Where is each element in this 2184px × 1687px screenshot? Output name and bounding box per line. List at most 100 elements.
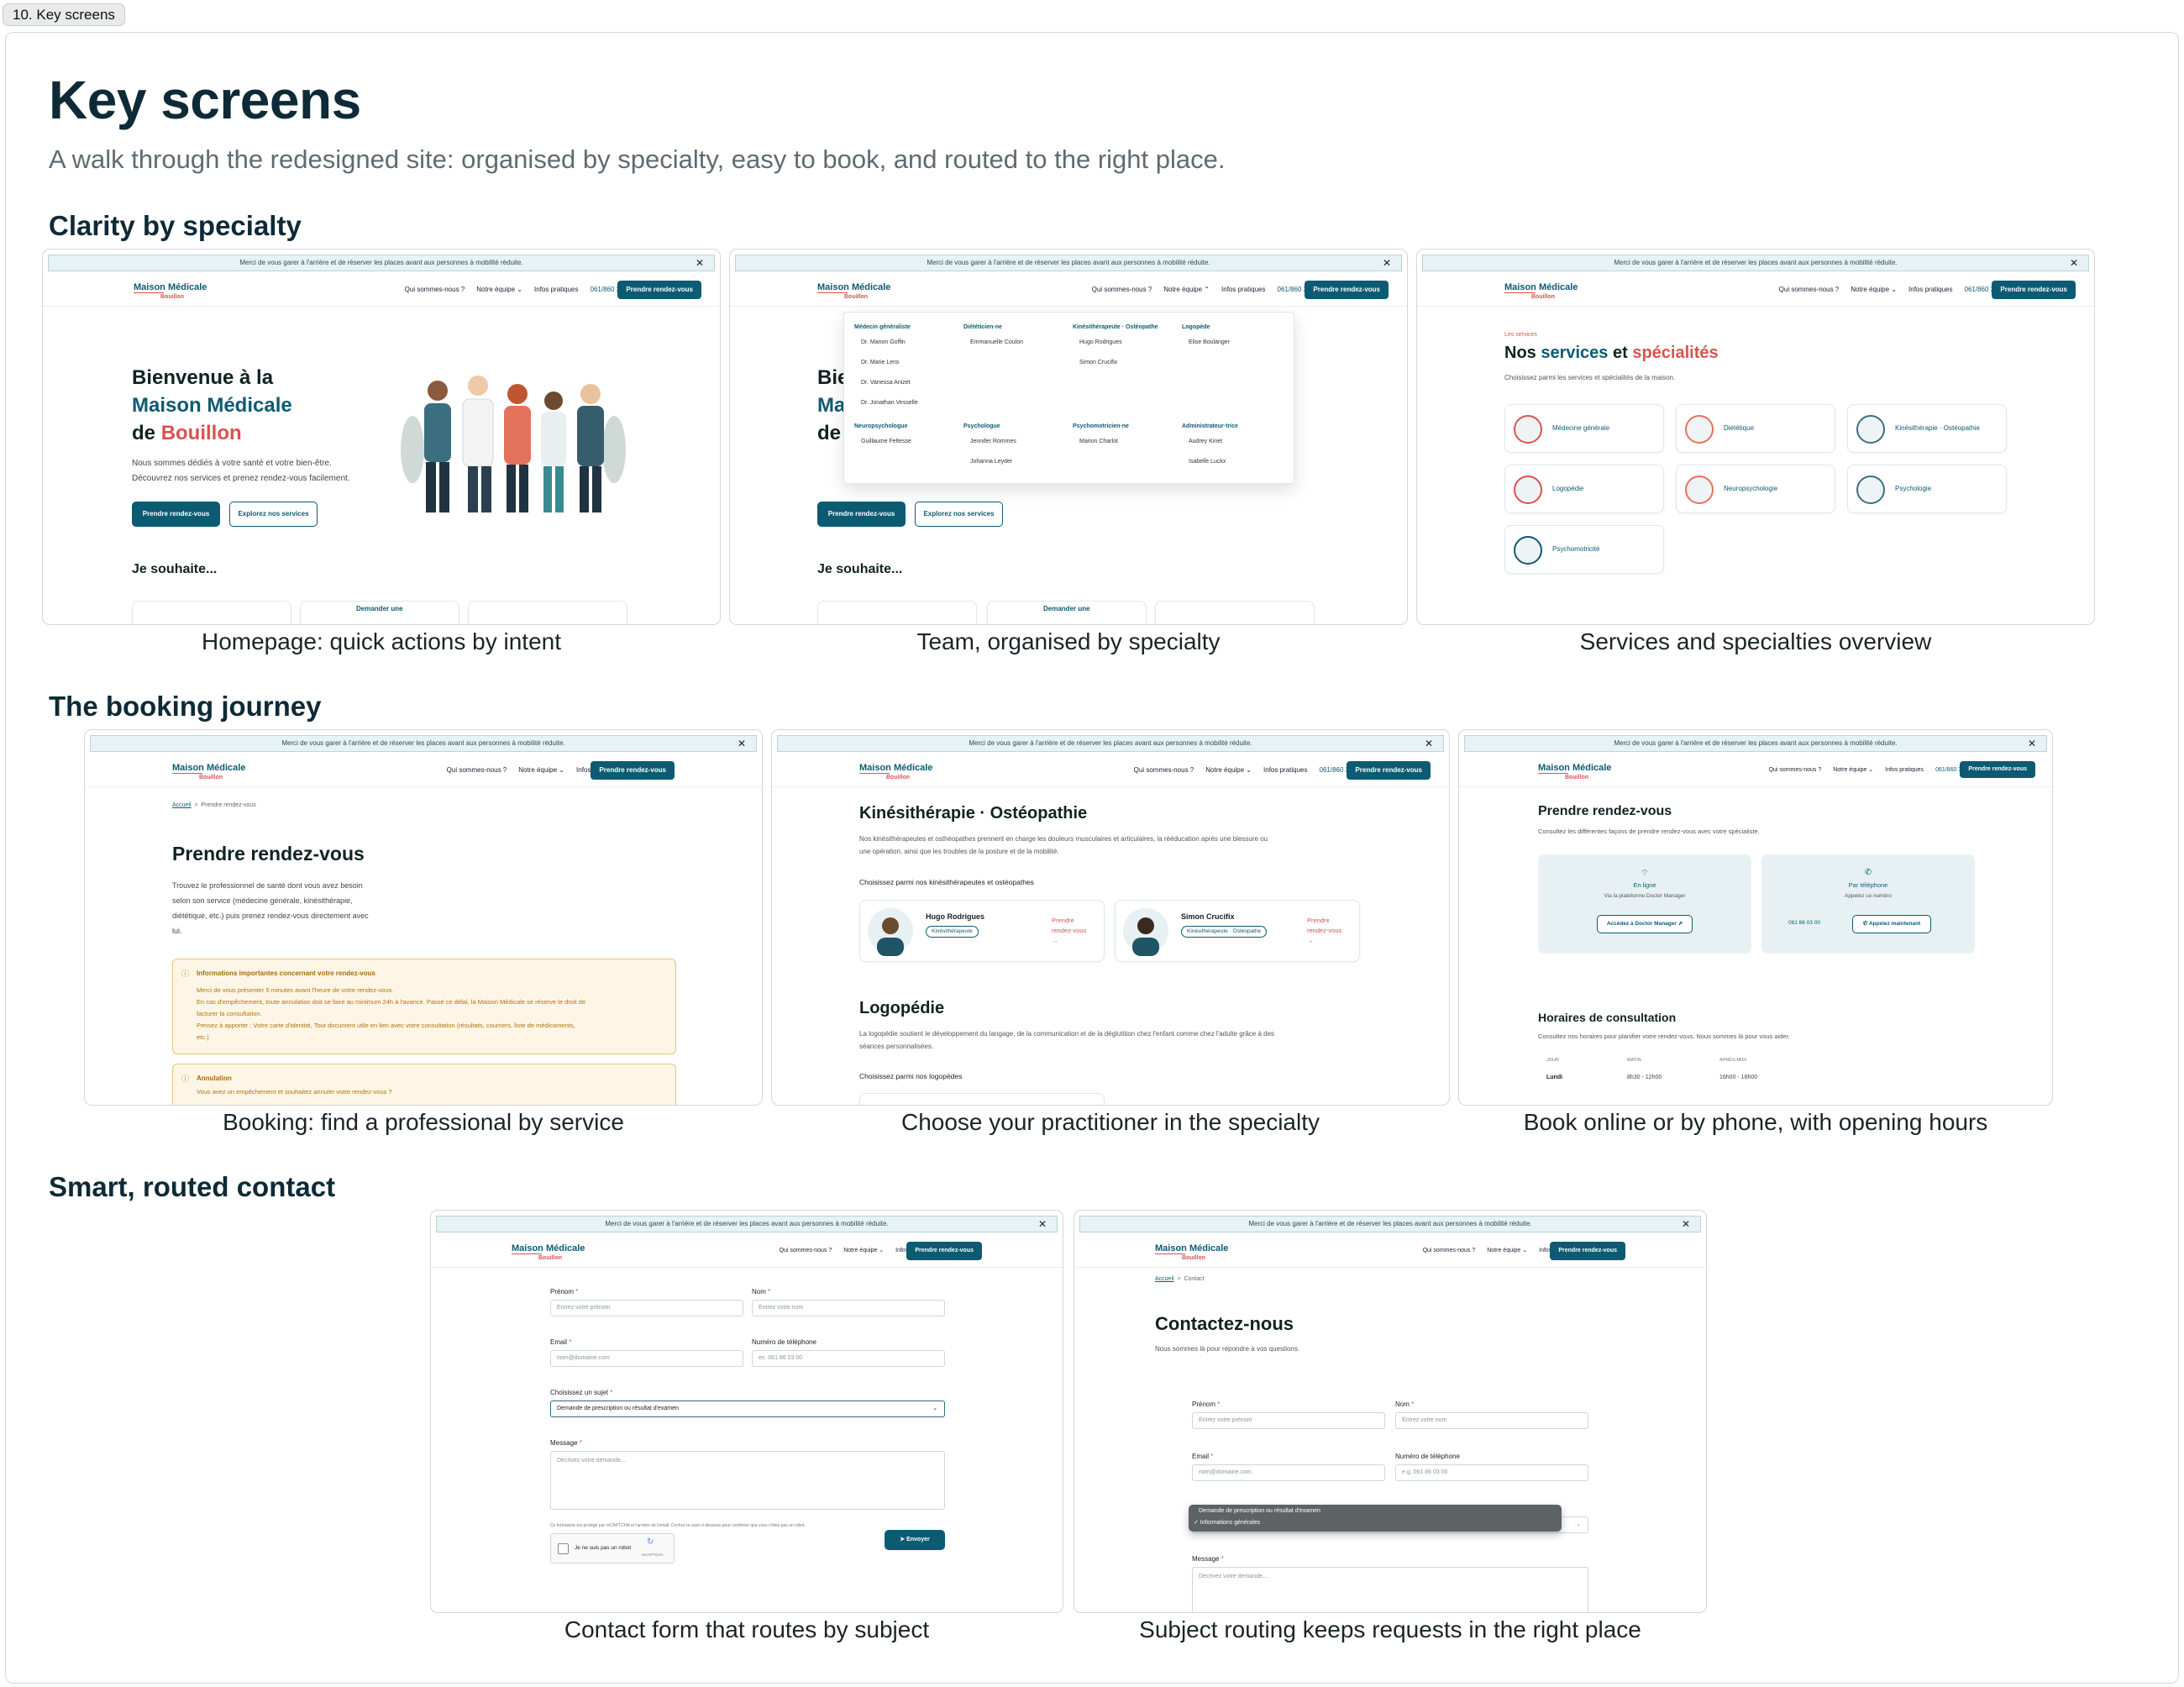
practitioner-card[interactable]: Hugo Rodrigues Kinésithérapeute Prendre r…: [859, 900, 1105, 962]
nav-cta-button[interactable]: Prendre rendez-vous: [906, 1242, 982, 1260]
team-member-link[interactable]: Dr. Manon Goffin: [861, 339, 906, 345]
team-member-link[interactable]: Emmanuelle Coulon: [970, 339, 1023, 345]
nav-info[interactable]: Infos pratiques: [534, 286, 578, 293]
hero-book-button[interactable]: Prendre rendez-vous: [817, 502, 906, 527]
breadcrumb-home[interactable]: Accueil: [1155, 1276, 1174, 1282]
quick-action-card[interactable]: [1155, 601, 1315, 624]
message-textarea[interactable]: Décrivez votre demande...: [550, 1451, 945, 1510]
site-logo[interactable]: Maison Médicale Bouillon: [134, 283, 207, 302]
site-logo[interactable]: Maison Médicale Bouillon: [817, 283, 890, 302]
first-name-field[interactable]: Entrez votre prénom: [550, 1300, 743, 1316]
team-member-link[interactable]: Simon Crucifix: [1079, 360, 1117, 365]
message-textarea[interactable]: Décrivez votre demande...: [1192, 1567, 1588, 1612]
nav-team[interactable]: Notre équipe: [476, 286, 515, 293]
nav-about[interactable]: Qui sommes-nous ?: [1423, 1248, 1476, 1253]
team-member-link[interactable]: Johanna Leyder: [970, 459, 1012, 465]
email-field[interactable]: nom@domaine.com: [550, 1350, 743, 1367]
breadcrumb-home[interactable]: Accueil: [172, 802, 192, 808]
last-name-field[interactable]: Entrez votre nom: [1395, 1412, 1588, 1429]
banner-close-icon[interactable]: ✕: [2028, 736, 2036, 751]
banner-close-icon[interactable]: ✕: [1425, 736, 1433, 751]
service-card[interactable]: Diététique: [1676, 404, 1835, 453]
nav-cta-button[interactable]: Prendre rendez-vous: [1960, 761, 2035, 778]
nav-about[interactable]: Qui sommes-nous ?: [1779, 286, 1840, 293]
team-member-link[interactable]: Elise Boulanger: [1189, 339, 1230, 345]
subject-select[interactable]: Demande de prescription ou résultat d'ex…: [550, 1401, 945, 1417]
nav-cta-button[interactable]: Prendre rendez-vous: [1347, 761, 1431, 780]
nav-team[interactable]: Notre équipe: [1163, 286, 1202, 293]
first-name-field[interactable]: Entrez votre prénom: [1192, 1412, 1385, 1429]
nav-about[interactable]: Qui sommes-nous ?: [1092, 286, 1152, 293]
subject-option[interactable]: Demande de prescription ou résultat d'ex…: [1199, 1508, 1320, 1514]
service-card[interactable]: Médecine générale: [1504, 404, 1664, 453]
service-card[interactable]: Kinésithérapie · Ostéopathie: [1847, 404, 2007, 453]
nav-about[interactable]: Qui sommes-nous ?: [405, 286, 465, 293]
service-card[interactable]: Neuropsychologie: [1676, 465, 1835, 513]
call-now-button[interactable]: ✆ Appelez maintenant: [1852, 915, 1931, 933]
screenshot-booking[interactable]: Merci de vous garer à l'arrière et de ré…: [84, 729, 763, 1106]
site-logo[interactable]: Maison Médicale Bouillon: [1538, 764, 1611, 782]
banner-close-icon[interactable]: ✕: [1682, 1217, 1690, 1232]
team-member-link[interactable]: Marion Charlot: [1079, 439, 1118, 444]
site-logo[interactable]: Maison Médicale Bouillon: [1155, 1244, 1228, 1263]
screenshot-contact-form[interactable]: Merci de vous garer à l'arrière et de ré…: [430, 1210, 1063, 1613]
team-member-link[interactable]: Audrey Kinet: [1189, 439, 1222, 444]
banner-close-icon[interactable]: ✕: [1038, 1217, 1047, 1232]
service-card[interactable]: Logopédie: [1504, 465, 1664, 513]
book-practitioner-link[interactable]: Prendre rendez-vous →: [1052, 916, 1086, 946]
site-logo[interactable]: Maison Médicale Bouillon: [512, 1244, 585, 1263]
team-member-link[interactable]: Jennifer Rommes: [970, 439, 1016, 444]
service-card[interactable]: Psychomotricité: [1504, 525, 1664, 574]
quick-action-card[interactable]: [817, 601, 977, 624]
nav-info[interactable]: Infos pratiques: [1885, 767, 1924, 773]
team-member-link[interactable]: Dr. Marie Lens: [861, 360, 900, 365]
nav-team[interactable]: Notre équipe: [1205, 766, 1244, 774]
book-practitioner-link[interactable]: Prendre rendez-vous →: [1307, 916, 1341, 946]
screenshot-practitioner[interactable]: Merci de vous garer à l'arrière et de ré…: [771, 729, 1450, 1106]
screenshot-book-online[interactable]: Merci de vous garer à l'arrière et de ré…: [1458, 729, 2053, 1106]
service-card[interactable]: Psychologie: [1847, 465, 2007, 513]
nav-cta-button[interactable]: Prendre rendez-vous: [1305, 281, 1389, 299]
banner-close-icon[interactable]: ✕: [696, 255, 704, 271]
nav-info[interactable]: Infos pratiques: [1263, 766, 1307, 774]
phone-number[interactable]: 061 86 03 00: [1788, 920, 1820, 926]
nav-about[interactable]: Qui sommes-nous ?: [780, 1248, 832, 1253]
site-logo[interactable]: Maison Médicale Bouillon: [859, 764, 932, 782]
email-field[interactable]: nom@domaine.com: [1192, 1464, 1385, 1481]
nav-cta-button[interactable]: Prendre rendez-vous: [617, 281, 701, 299]
nav-team[interactable]: Notre équipe: [518, 766, 557, 774]
banner-close-icon[interactable]: ✕: [2070, 255, 2078, 271]
site-logo[interactable]: Maison Médicale Bouillon: [1504, 283, 1578, 302]
nav-team[interactable]: Notre équipe: [1833, 767, 1866, 773]
team-member-link[interactable]: Guillaume Feltesse: [861, 439, 911, 444]
team-member-link[interactable]: Dr. Jonathan Vesselle: [861, 400, 918, 406]
nav-team[interactable]: Notre équipe: [1851, 286, 1889, 293]
banner-close-icon[interactable]: ✕: [738, 736, 746, 751]
doctor-manager-button[interactable]: Accédez à Doctor Manager ⇗: [1597, 915, 1693, 933]
nav-info[interactable]: Infos pratiques: [1908, 286, 1952, 293]
phone-field[interactable]: e.g. 061 86 03 00: [1395, 1464, 1588, 1481]
send-button[interactable]: ➤ Envoyer: [885, 1530, 945, 1550]
nav-team[interactable]: Notre équipe: [1487, 1248, 1520, 1253]
subject-option-selected[interactable]: ✓ Informations générales: [1194, 1519, 1260, 1526]
team-member-link[interactable]: Isabelle Luckx: [1189, 459, 1226, 465]
hero-book-button[interactable]: Prendre rendez-vous: [132, 502, 220, 527]
screenshot-services[interactable]: Merci de vous garer à l'arrière et de ré…: [1416, 249, 2095, 625]
nav-team[interactable]: Notre équipe: [843, 1248, 877, 1253]
quick-action-card[interactable]: Demander une: [987, 601, 1147, 624]
practitioner-card[interactable]: [859, 1093, 1105, 1105]
nav-about[interactable]: Qui sommes-nous ?: [447, 766, 507, 774]
quick-action-card[interactable]: Demander une: [300, 601, 459, 624]
screenshot-homepage[interactable]: Merci de vous garer à l'arrière et de ré…: [42, 249, 721, 625]
team-member-link[interactable]: Dr. Vanessa Anizet: [861, 380, 911, 386]
quick-action-card[interactable]: [132, 601, 291, 624]
banner-close-icon[interactable]: ✕: [1383, 255, 1391, 271]
nav-about[interactable]: Qui sommes-nous ?: [1769, 767, 1822, 773]
nav-info[interactable]: Infos pratiques: [1221, 286, 1265, 293]
recaptcha-checkbox[interactable]: [558, 1543, 569, 1554]
phone-field[interactable]: ex. 061 86 03 00: [752, 1350, 945, 1367]
hero-services-button[interactable]: Explorez nos services: [229, 502, 318, 527]
nav-cta-button[interactable]: Prendre rendez-vous: [591, 761, 675, 780]
last-name-field[interactable]: Entrez votre nom: [752, 1300, 945, 1316]
practitioner-card[interactable]: Simon Crucifix Kinésithérapeute · Ostéop…: [1115, 900, 1360, 962]
